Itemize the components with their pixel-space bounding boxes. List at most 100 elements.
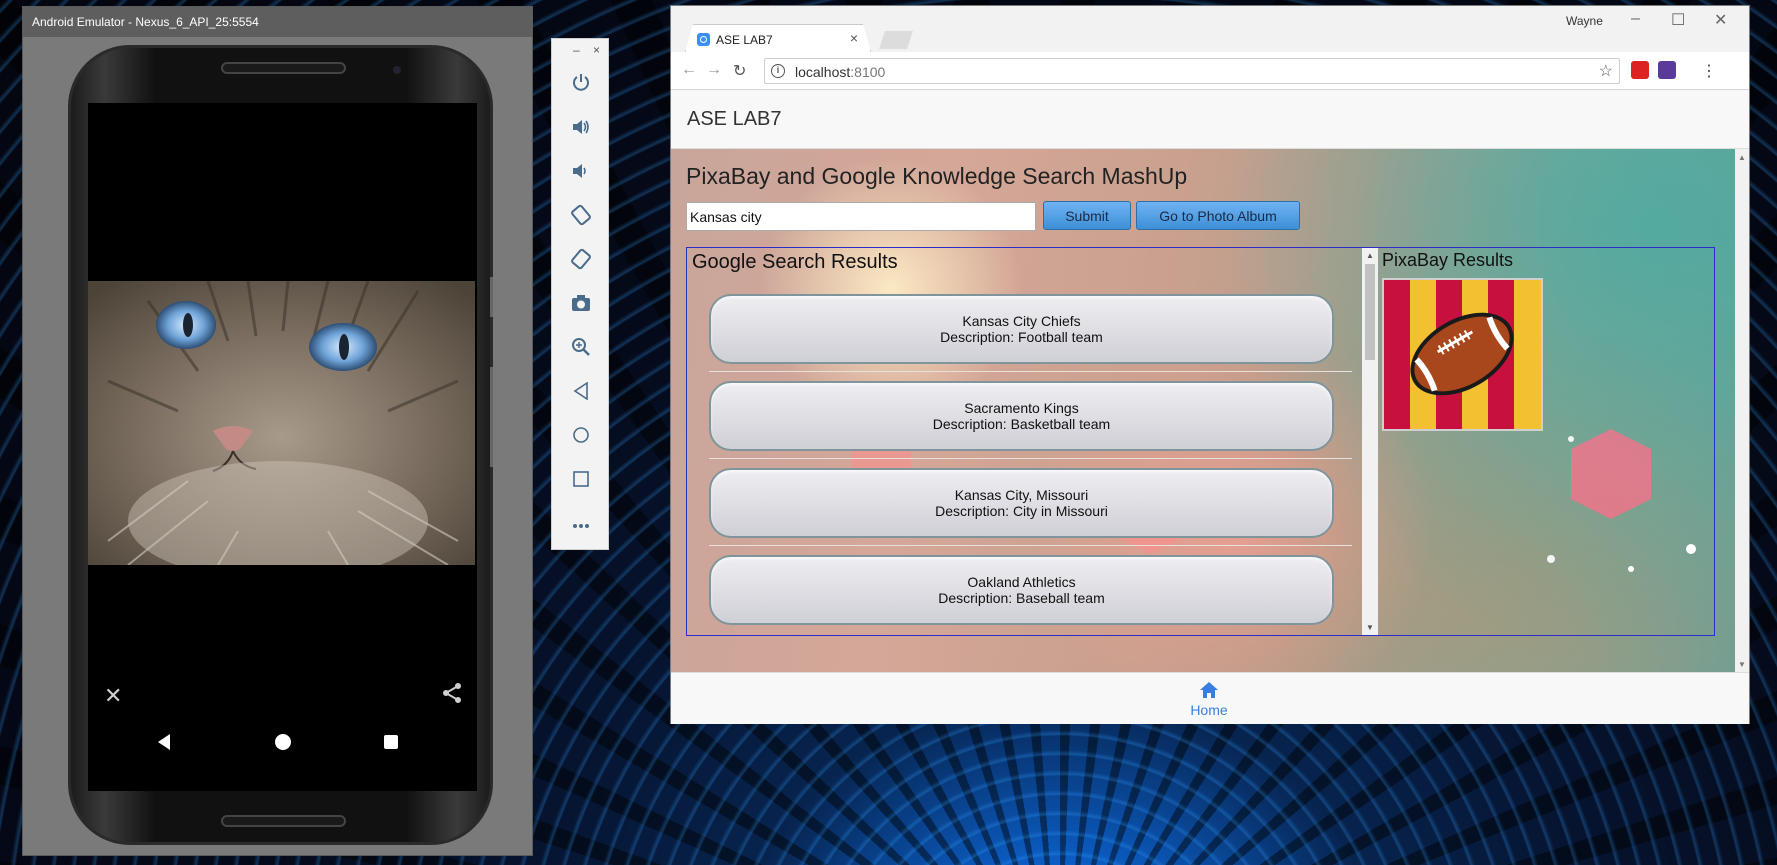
volume-side-button <box>490 367 493 467</box>
bottom-speaker <box>221 815 346 827</box>
search-input[interactable] <box>686 202 1036 231</box>
result-divider <box>709 371 1352 372</box>
volume-up-button[interactable] <box>552 107 610 151</box>
home-tab-label: Home <box>1190 702 1228 718</box>
result-item[interactable]: Oakland Athletics Description: Baseball … <box>709 555 1334 625</box>
submit-button[interactable]: Submit <box>1043 201 1131 230</box>
page-scrollbar[interactable]: ▲ ▼ <box>1735 149 1749 673</box>
window-minimize-button[interactable]: – <box>1631 10 1640 28</box>
power-button[interactable] <box>552 63 610 107</box>
bookmark-star-icon[interactable]: ☆ <box>1599 61 1613 81</box>
result-item[interactable]: Sacramento Kings Description: Basketball… <box>709 381 1334 451</box>
result-divider <box>709 458 1352 459</box>
zoom-icon <box>571 337 591 362</box>
reload-icon[interactable]: ↻ <box>733 61 746 81</box>
camera-icon <box>571 294 591 317</box>
android-emulator-window: Android Emulator - Nexus_6_API_25:5554 ✕ <box>22 6 533 856</box>
forward-arrow-icon[interactable]: → <box>706 61 722 79</box>
profile-user[interactable]: Wayne <box>1566 14 1603 28</box>
scrollbar-thumb[interactable] <box>1365 264 1375 360</box>
overview-button[interactable] <box>552 459 610 503</box>
app-header-title: ASE LAB7 <box>671 90 1749 149</box>
volume-down-button[interactable] <box>552 151 610 195</box>
window-maximize-button[interactable]: ☐ <box>1671 10 1685 30</box>
rotate-left-button[interactable] <box>552 195 610 239</box>
more-button[interactable] <box>552 503 610 547</box>
page-scroll-down-icon[interactable]: ▼ <box>1738 660 1746 669</box>
page-content: PixaBay and Google Knowledge Search Mash… <box>671 149 1749 673</box>
browser-toolbar: ← → ↻ i localhost:8100 ☆ ⋮ <box>671 52 1749 90</box>
nav-recents-icon[interactable] <box>383 734 399 755</box>
share-icon[interactable] <box>440 681 464 710</box>
emulator-title: Android Emulator - Nexus_6_API_25:5554 <box>23 7 532 37</box>
google-results-pane: Google Search Results Kansas City Chiefs… <box>687 248 1361 635</box>
android-nav-bar <box>88 723 477 763</box>
results-frame: Google Search Results Kansas City Chiefs… <box>686 247 1715 636</box>
url-text: localhost:8100 <box>795 64 886 80</box>
volume-down-icon <box>571 161 591 186</box>
result-description: Description: Baseball team <box>938 590 1105 606</box>
google-results-title: Google Search Results <box>692 251 898 273</box>
pixabay-football-image[interactable] <box>1382 278 1543 431</box>
volume-up-icon <box>571 117 591 142</box>
overview-icon <box>573 470 589 492</box>
new-tab-button[interactable] <box>879 31 913 49</box>
result-name: Kansas City, Missouri <box>954 487 1089 503</box>
back-arrow-icon[interactable]: ← <box>681 61 697 79</box>
top-speaker <box>221 62 346 74</box>
zoom-button[interactable] <box>552 327 610 371</box>
result-description: Description: Football team <box>940 329 1103 345</box>
bottom-tab-bar: Home <box>671 672 1749 724</box>
close-button[interactable]: × <box>593 43 600 57</box>
power-side-button <box>490 277 493 317</box>
front-camera <box>393 66 401 74</box>
page-title: PixaBay and Google Knowledge Search Mash… <box>686 163 1188 189</box>
result-divider <box>709 545 1352 546</box>
results-scrollbar[interactable]: ▲ ▼ <box>1362 248 1378 635</box>
result-description: Description: City in Missouri <box>935 503 1108 519</box>
more-icon <box>572 516 590 534</box>
address-bar[interactable]: i localhost:8100 ☆ <box>764 58 1620 84</box>
toolbar-window-controls: – × <box>552 39 608 63</box>
tab-strip: ASE LAB7 × Wayne – ☐ ✕ <box>671 6 1749 52</box>
tab-home[interactable]: Home <box>1183 681 1235 718</box>
back-icon <box>573 381 589 405</box>
result-item[interactable]: Kansas City Chiefs Description: Football… <box>709 294 1334 364</box>
result-name: Sacramento Kings <box>964 400 1079 416</box>
scroll-up-icon[interactable]: ▲ <box>1366 251 1374 260</box>
nav-home-icon[interactable] <box>274 733 292 756</box>
extension-purple-icon[interactable] <box>1658 61 1676 79</box>
close-icon[interactable]: ✕ <box>104 683 122 709</box>
power-icon <box>571 73 591 98</box>
ionic-favicon-icon <box>697 33 710 46</box>
tab-close-icon[interactable]: × <box>850 30 858 46</box>
home-button[interactable] <box>552 415 610 459</box>
tab-title: ASE LAB7 <box>716 33 773 47</box>
browser-tab[interactable]: ASE LAB7 × <box>685 24 871 52</box>
scroll-down-icon[interactable]: ▼ <box>1366 623 1374 632</box>
page-scroll-up-icon[interactable]: ▲ <box>1738 153 1746 162</box>
menu-kebab-icon[interactable]: ⋮ <box>1701 61 1717 81</box>
screenshot-button[interactable] <box>552 283 610 327</box>
phone-frame: ✕ <box>68 45 493 845</box>
home-tab-icon <box>1183 681 1235 702</box>
cat-photo <box>88 281 475 565</box>
nav-back-icon[interactable] <box>156 733 172 756</box>
result-item[interactable]: Kansas City, Missouri Description: City … <box>709 468 1334 538</box>
info-icon[interactable]: i <box>771 64 785 78</box>
window-close-button[interactable]: ✕ <box>1714 10 1727 30</box>
browser-window: ASE LAB7 × Wayne – ☐ ✕ ← → ↻ i localhost… <box>670 5 1750 724</box>
go-to-photo-album-button[interactable]: Go to Photo Album <box>1136 201 1300 230</box>
home-icon <box>572 426 590 449</box>
minimize-button[interactable]: – <box>573 43 580 57</box>
extension-red-icon[interactable] <box>1631 61 1649 79</box>
result-name: Kansas City Chiefs <box>962 313 1081 329</box>
result-name: Oakland Athletics <box>967 574 1076 590</box>
result-description: Description: Basketball team <box>932 416 1111 432</box>
pixabay-results-title: PixaBay Results <box>1382 250 1514 270</box>
rotate-right-icon <box>570 248 592 275</box>
rotate-left-icon <box>570 204 592 231</box>
back-button[interactable] <box>552 371 610 415</box>
phone-screen: ✕ <box>88 103 477 791</box>
rotate-right-button[interactable] <box>552 239 610 283</box>
